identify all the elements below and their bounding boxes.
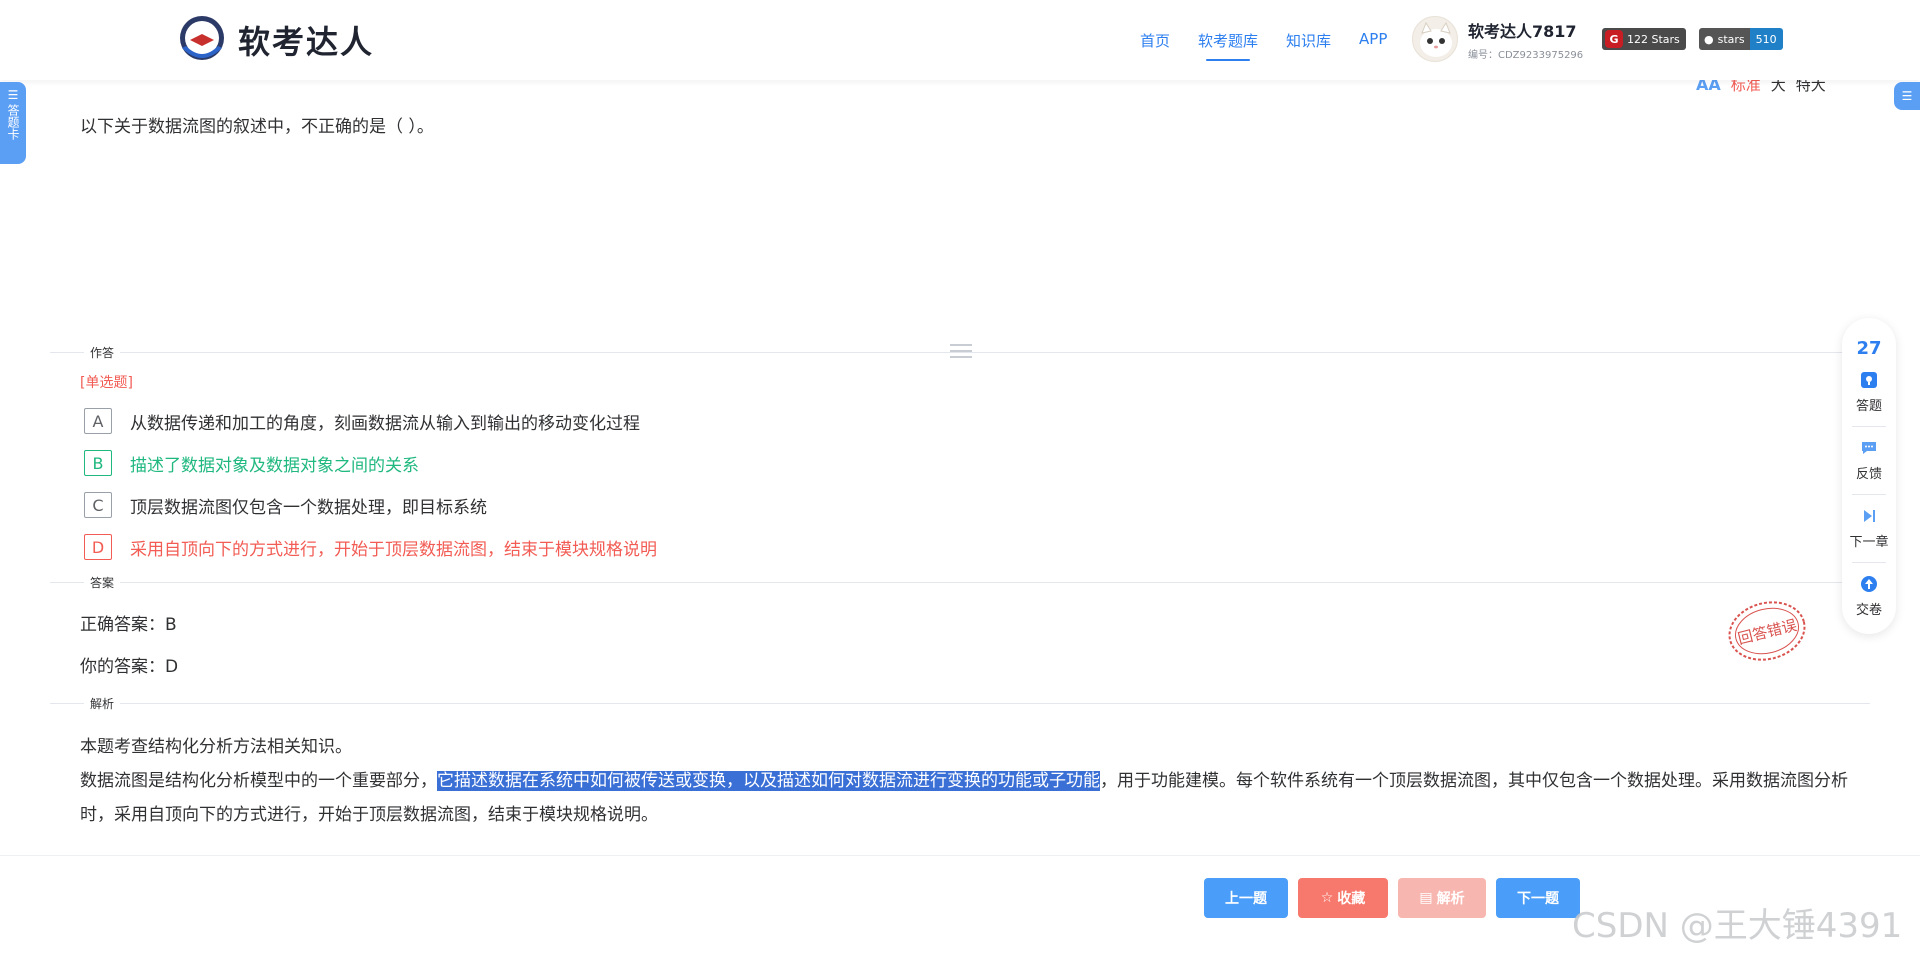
- user-profile[interactable]: 软考达人7817 编号：CDZ9233975296: [1412, 16, 1583, 62]
- cat-avatar-icon: [1420, 21, 1452, 57]
- nav-app[interactable]: APP: [1359, 30, 1387, 51]
- favorite-button[interactable]: ☆ 收藏: [1298, 878, 1388, 918]
- feedback-icon: [1860, 439, 1878, 457]
- top-header: 软考达人 首页 软考题库 知识库 APP 软考达人7817 编号：CDZ9233…: [0, 0, 1920, 80]
- github-stars-label: ● stars: [1699, 28, 1750, 50]
- user-name: 软考达人7817: [1468, 21, 1577, 41]
- option-c[interactable]: C 顶层数据流图仅包含一个数据处理，即目标系统: [84, 484, 657, 526]
- nav-home[interactable]: 首页: [1140, 30, 1170, 51]
- separator: [1852, 426, 1886, 427]
- star-icon: ☆: [1320, 890, 1334, 906]
- analysis-text-before: 数据流图是结构化分析模型中的一个重要部分，: [80, 771, 437, 791]
- option-text: 从数据传递和加工的角度，刻画数据流从输入到输出的移动变化过程: [130, 413, 640, 434]
- user-id: 编号：CDZ9233975296: [1468, 49, 1584, 61]
- analysis-button[interactable]: ▤ 解析: [1398, 878, 1486, 918]
- stamp-text: 回答错误: [1736, 616, 1799, 648]
- floating-toolbar: 27 答题 反馈 下一章 交卷: [1842, 318, 1896, 634]
- submit-label: 交卷: [1855, 603, 1882, 618]
- next-chapter-button[interactable]: 下一章: [1849, 507, 1889, 550]
- answer-card-label: 答题卡: [6, 104, 20, 140]
- right-menu-tab[interactable]: ☰: [1894, 82, 1920, 110]
- analysis-text: 本题考查结构化分析方法相关知识。 数据流图是结构化分析模型中的一个重要部分，它描…: [80, 730, 1850, 832]
- option-list: A 从数据传递和加工的角度，刻画数据流从输入到输出的移动变化过程 B 描述了数据…: [84, 400, 657, 568]
- analysis-line-2: 数据流图是结构化分析模型中的一个重要部分，它描述数据在系统中如何被传送或变换，以…: [80, 764, 1850, 832]
- separator: [1852, 494, 1886, 495]
- list-icon: ☰: [1901, 89, 1913, 103]
- list-icon: ☰: [7, 88, 19, 102]
- question-text: 以下关于数据流图的叙述中，不正确的是（ ）。: [80, 117, 434, 137]
- gitee-icon: G: [1605, 30, 1623, 48]
- logo-emblem-icon: [180, 16, 224, 60]
- next-chapter-icon: [1860, 507, 1878, 525]
- option-letter: A: [84, 408, 112, 434]
- feedback-label: 反馈: [1855, 467, 1882, 482]
- document-icon: ▤: [1419, 890, 1433, 906]
- answer-icon: [1860, 371, 1878, 389]
- result-section-label: 答案: [84, 574, 121, 591]
- option-b[interactable]: B 描述了数据对象及数据对象之间的关系: [84, 442, 657, 484]
- prev-question-button[interactable]: 上一题: [1204, 878, 1288, 918]
- site-logo[interactable]: 软考达人: [176, 14, 374, 66]
- answer-button[interactable]: 答题: [1849, 371, 1889, 414]
- avatar[interactable]: [1412, 16, 1458, 62]
- next-chapter-label: 下一章: [1849, 535, 1889, 550]
- option-text: 采用自顶向下的方式进行，开始于顶层数据流图，结束于模块规格说明: [130, 539, 657, 560]
- option-d[interactable]: D 采用自顶向下的方式进行，开始于顶层数据流图，结束于模块规格说明: [84, 526, 657, 568]
- analysis-label: 解析: [1436, 891, 1465, 907]
- question-type: [单选题]: [80, 375, 133, 391]
- favorite-label: 收藏: [1337, 891, 1366, 907]
- github-stars-badge[interactable]: ● stars 510: [1699, 28, 1783, 50]
- github-stars-value: 510: [1749, 28, 1783, 50]
- gitee-stars-badge[interactable]: G 122 Stars: [1602, 28, 1686, 50]
- result-divider: [50, 582, 1870, 583]
- user-info: 软考达人7817 编号：CDZ9233975296: [1468, 18, 1583, 61]
- next-question-button[interactable]: 下一题: [1496, 878, 1580, 918]
- answer-card-tab[interactable]: ☰ 答题卡: [0, 82, 26, 164]
- option-letter: B: [84, 450, 112, 476]
- your-answer: 你的答案：D: [80, 657, 179, 677]
- wrong-answer-stamp: 回答错误: [1728, 601, 1806, 661]
- option-letter: C: [84, 492, 112, 518]
- option-text: 描述了数据对象及数据对象之间的关系: [130, 455, 419, 476]
- option-letter: D: [84, 534, 112, 560]
- main-nav: 首页 软考题库 知识库 APP: [1140, 30, 1387, 61]
- csdn-watermark: CSDN @王大锤4391: [1572, 906, 1903, 946]
- drag-handle-icon[interactable]: [950, 344, 972, 358]
- feedback-button[interactable]: 反馈: [1849, 439, 1889, 482]
- separator: [1852, 562, 1886, 563]
- github-icon: ●: [1704, 32, 1714, 46]
- nav-question-bank[interactable]: 软考题库: [1198, 30, 1258, 61]
- selected-text-highlight: 它描述数据在系统中如何被传送或变换，以及描述如何对数据流进行变换的功能或子功能: [437, 771, 1100, 791]
- gitee-stars-text: 122 Stars: [1627, 32, 1680, 46]
- correct-answer: 正确答案：B: [80, 615, 177, 635]
- nav-knowledge-base[interactable]: 知识库: [1286, 30, 1331, 51]
- analysis-divider: [50, 703, 1870, 704]
- analysis-section-label: 解析: [84, 695, 121, 712]
- option-a[interactable]: A 从数据传递和加工的角度，刻画数据流从输入到输出的移动变化过程: [84, 400, 657, 442]
- logo-text: 软考达人: [238, 23, 375, 61]
- github-label-text: stars: [1717, 32, 1745, 46]
- answer-section-label: 作答: [84, 344, 121, 361]
- analysis-line-1: 本题考查结构化分析方法相关知识。: [80, 737, 352, 757]
- submit-icon: [1860, 575, 1878, 593]
- option-text: 顶层数据流图仅包含一个数据处理，即目标系统: [130, 497, 487, 518]
- submit-button[interactable]: 交卷: [1849, 575, 1889, 618]
- question-count: 27: [1856, 338, 1882, 359]
- answer-label: 答题: [1855, 399, 1882, 414]
